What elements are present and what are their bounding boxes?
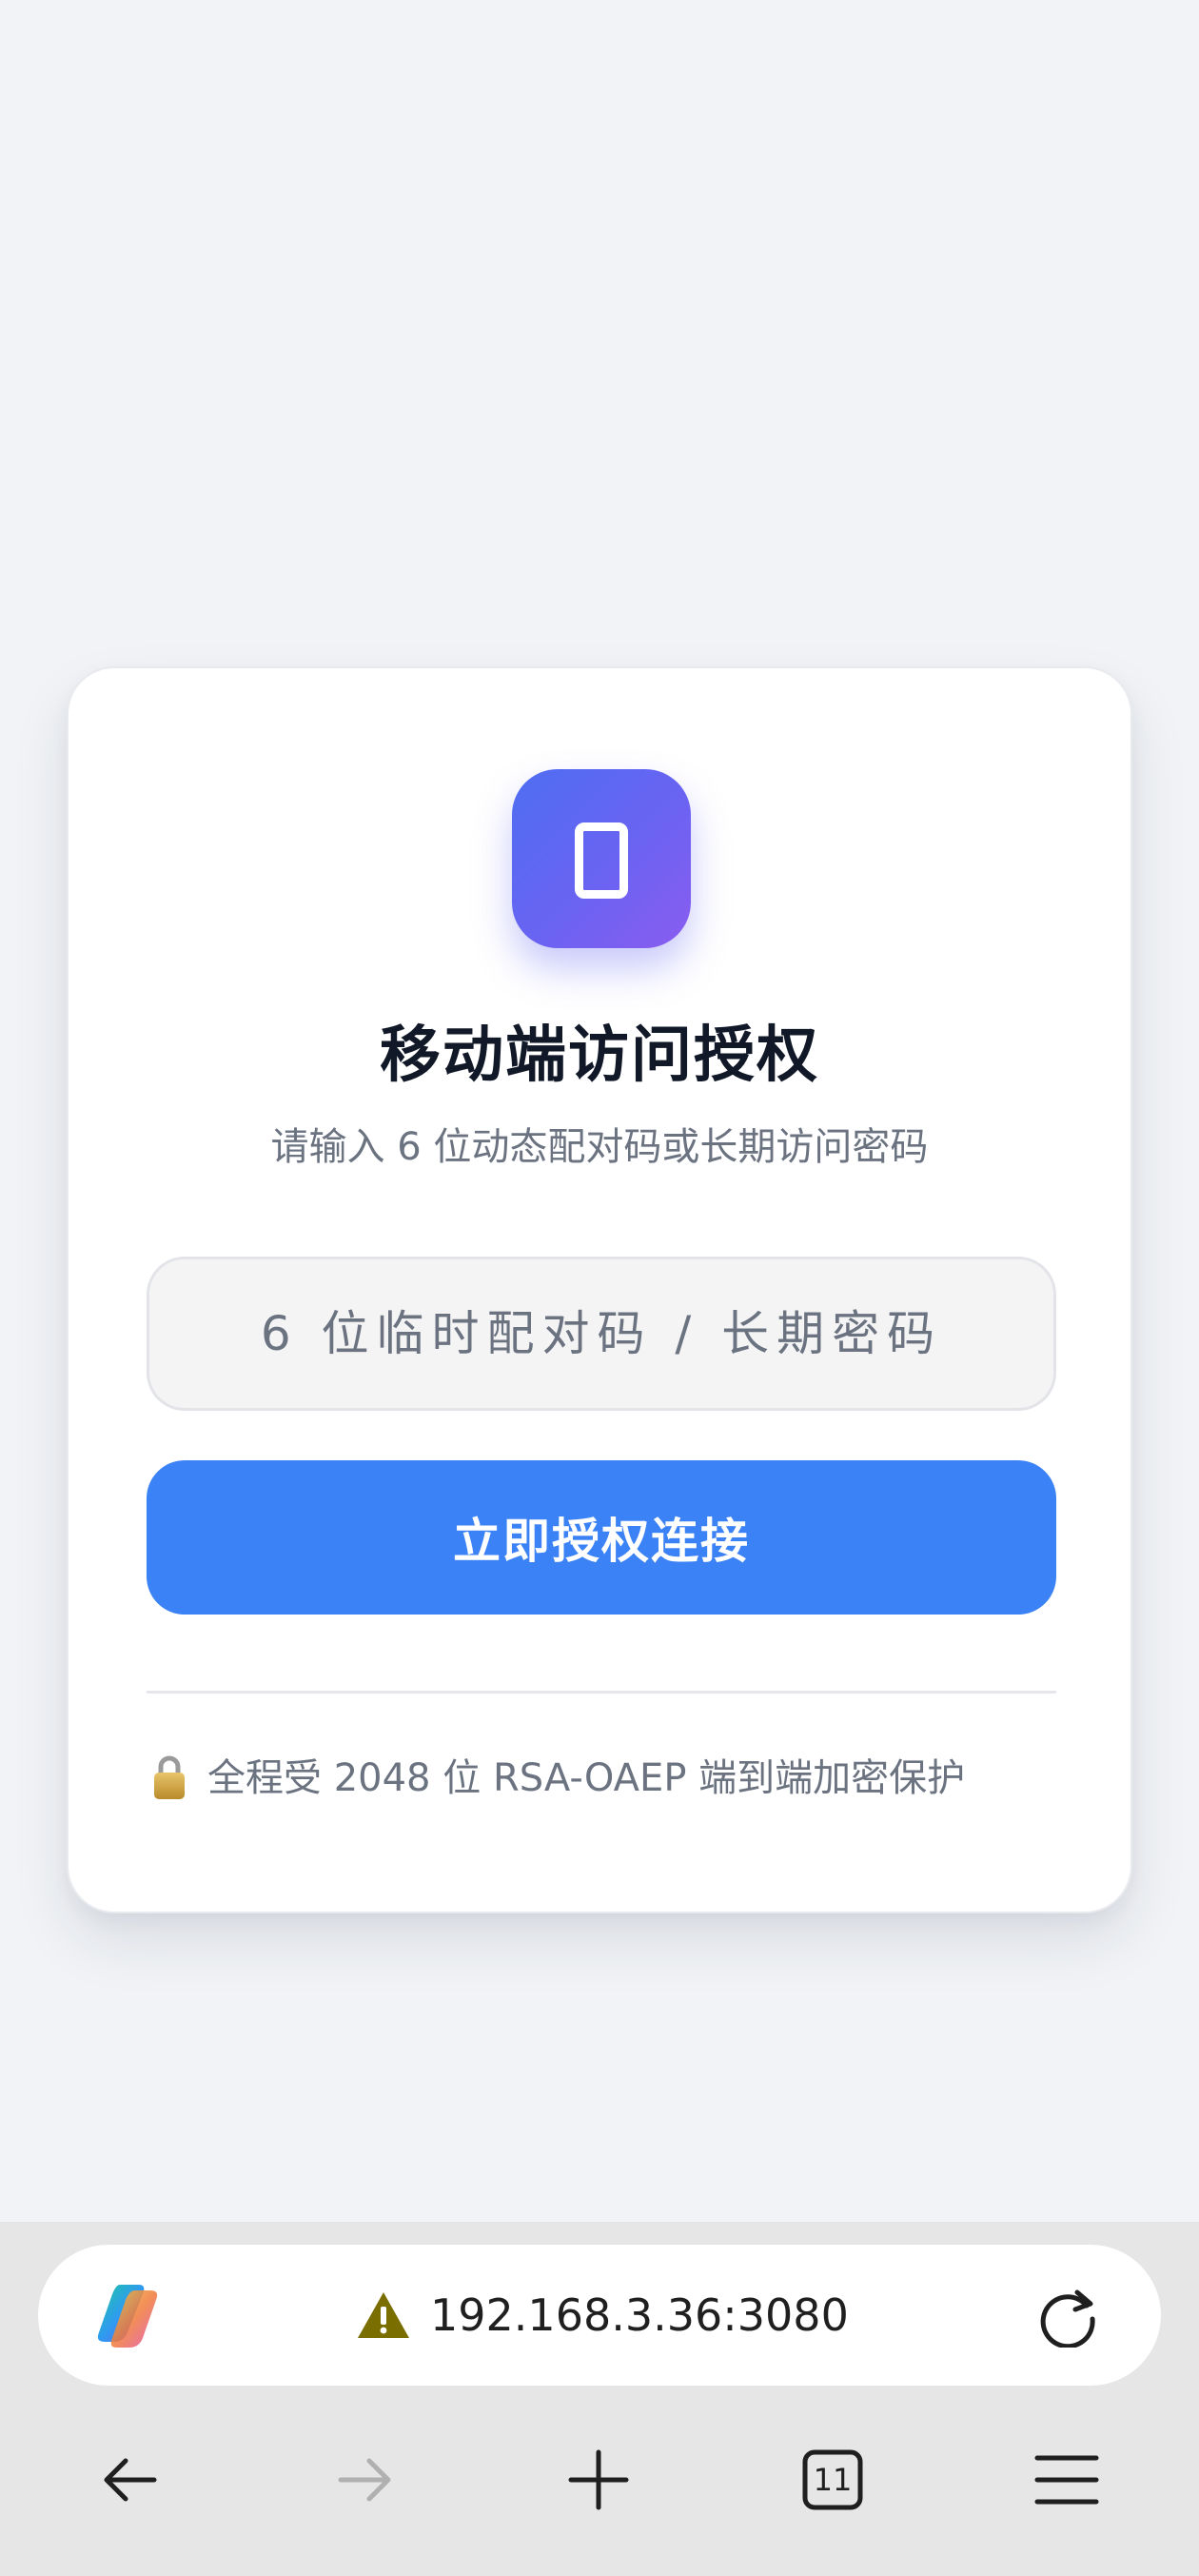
new-tab-plus-icon[interactable]	[565, 2447, 632, 2513]
lock-icon	[154, 1755, 185, 1799]
page-background: 移动端访问授权 请输入 6 位动态配对码或长期访问密码 立即授权连接 全程受 2…	[0, 0, 1199, 2222]
menu-icon[interactable]	[1033, 2447, 1100, 2513]
url-text[interactable]: 192.168.3.36:3080	[430, 2245, 849, 2386]
page-subtitle: 请输入 6 位动态配对码或长期访问密码	[270, 1125, 929, 1169]
phone-glyph	[575, 822, 628, 899]
page-title: 移动端访问授权	[380, 1020, 819, 1091]
warning-icon[interactable]	[356, 2290, 411, 2340]
address-bar[interactable]: 192.168.3.36:3080	[38, 2245, 1161, 2386]
tab-switcher-button[interactable]: 11	[799, 2447, 866, 2513]
pairing-code-input[interactable]	[147, 1257, 1056, 1411]
smartphone-icon	[512, 769, 691, 948]
tab-count: 11	[813, 2462, 853, 2498]
copilot-icon[interactable]	[91, 2279, 164, 2351]
divider	[147, 1691, 1056, 1694]
reload-icon[interactable]	[1037, 2285, 1100, 2348]
security-note: 全程受 2048 位 RSA-OAEP 端到端加密保护	[152, 1750, 1066, 1807]
browser-toolbar: 192.168.3.36:3080 11	[0, 2222, 1199, 2576]
browser-nav-row: 11	[0, 2422, 1199, 2536]
authorize-connect-button[interactable]: 立即授权连接	[147, 1460, 1056, 1615]
security-note-text: 全程受 2048 位 RSA-OAEP 端到端加密保护	[207, 1756, 966, 1800]
auth-card: 移动端访问授权 请输入 6 位动态配对码或长期访问密码 立即授权连接 全程受 2…	[67, 666, 1132, 1913]
back-arrow-icon[interactable]	[97, 2447, 164, 2513]
forward-arrow-icon[interactable]	[331, 2447, 398, 2513]
